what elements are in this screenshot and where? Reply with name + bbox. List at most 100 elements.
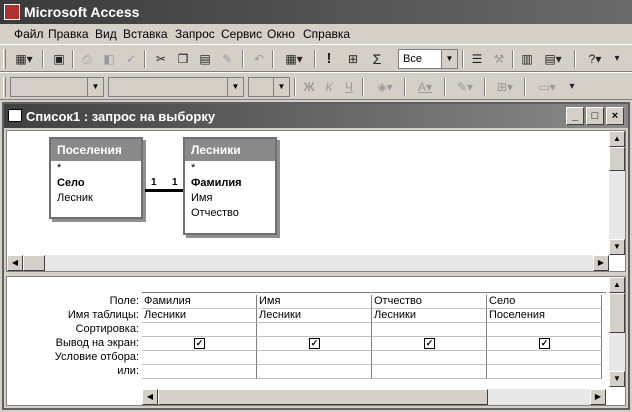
relationship-line[interactable] — [145, 189, 183, 192]
scroll-down-icon[interactable]: ▼ — [609, 371, 625, 387]
menu-query[interactable]: Запрос — [175, 27, 215, 41]
maximize-button[interactable]: □ — [586, 107, 604, 125]
grid-cell-field[interactable]: Фамилия — [142, 295, 257, 309]
field-item[interactable]: * — [51, 161, 141, 176]
menu-file[interactable]: Файл — [14, 27, 44, 41]
table-box-poseleniya[interactable]: Поселения * Село Лесник — [49, 137, 143, 219]
show-table-icon[interactable]: ⊞ — [344, 50, 362, 68]
chevron-down-icon[interactable]: ▼ — [227, 78, 243, 96]
totals-icon[interactable]: Σ — [368, 50, 386, 68]
menu-help[interactable]: Справка — [303, 27, 350, 41]
scroll-left-icon[interactable]: ◀ — [142, 389, 158, 405]
help-icon[interactable]: ?▾ — [582, 50, 608, 68]
grid-cell-criteria[interactable] — [372, 351, 487, 365]
grid-cell-show[interactable]: ✓ — [142, 337, 257, 351]
field-item[interactable]: Фамилия — [185, 176, 275, 191]
table-box-lesniki[interactable]: Лесники * Фамилия Имя Отчество — [183, 137, 277, 235]
menu-view[interactable]: Вид — [95, 27, 117, 41]
grid-cell-field[interactable]: Отчество — [372, 295, 487, 309]
scroll-thumb[interactable] — [158, 389, 488, 405]
show-checkbox[interactable]: ✓ — [194, 338, 205, 349]
grid-cell-field[interactable]: Имя — [257, 295, 372, 309]
column-selectors[interactable] — [142, 281, 606, 293]
grid-cell-field[interactable]: Село — [487, 295, 602, 309]
grid-cell-or[interactable] — [372, 365, 487, 379]
grid-cell-show[interactable]: ✓ — [487, 337, 602, 351]
menu-window[interactable]: Окно — [267, 27, 295, 41]
scroll-thumb[interactable] — [23, 255, 45, 271]
line-width-icon[interactable]: ▭▾ — [530, 78, 564, 96]
grid-cell-show[interactable]: ✓ — [257, 337, 372, 351]
menu-insert[interactable]: Вставка — [123, 27, 168, 41]
scroll-up-icon[interactable]: ▲ — [609, 131, 625, 147]
print-icon[interactable]: ⎙ — [78, 50, 96, 68]
grid-cell-or[interactable] — [487, 365, 602, 379]
menu-tools[interactable]: Сервис — [221, 27, 262, 41]
scroll-thumb[interactable] — [609, 147, 625, 171]
grid-cell-or[interactable] — [257, 365, 372, 379]
grid-cell-criteria[interactable] — [487, 351, 602, 365]
format-painter-icon[interactable]: ✎ — [218, 50, 236, 68]
font-color-icon[interactable]: A▾ — [410, 78, 440, 96]
undo-icon[interactable]: ↶ — [250, 50, 268, 68]
field-item[interactable]: Отчество — [185, 206, 275, 221]
bold-icon[interactable]: Ж — [300, 78, 318, 96]
save-icon[interactable]: ▣ — [50, 50, 68, 68]
grid-cell-table[interactable]: Лесники — [257, 309, 372, 323]
show-checkbox[interactable]: ✓ — [309, 338, 320, 349]
line-color-icon[interactable]: ✎▾ — [450, 78, 480, 96]
grid-horizontal-scrollbar[interactable]: ◀ ▶ — [142, 389, 606, 405]
vertical-scrollbar[interactable]: ▲ ▼ — [609, 131, 625, 255]
toolbar-options-icon[interactable]: ▾ — [566, 78, 578, 96]
view-button[interactable]: ▦▾ — [10, 50, 38, 68]
chevron-down-icon[interactable]: ▼ — [273, 78, 289, 96]
grid-cell-criteria[interactable] — [257, 351, 372, 365]
copy-icon[interactable]: ❐ — [174, 50, 192, 68]
new-object-icon[interactable]: ▤▾ — [540, 50, 566, 68]
minimize-button[interactable]: _ — [566, 107, 584, 125]
query-window-title-bar[interactable]: Список1 : запрос на выборку _ □ × — [4, 104, 628, 128]
grid-cell-table[interactable]: Поселения — [487, 309, 602, 323]
field-item[interactable]: Село — [51, 176, 141, 191]
grid-cell-sort[interactable] — [372, 323, 487, 337]
scroll-up-icon[interactable]: ▲ — [609, 277, 625, 293]
chevron-down-icon[interactable]: ▼ — [441, 50, 457, 68]
close-button[interactable]: × — [606, 107, 624, 125]
scroll-right-icon[interactable]: ▶ — [590, 389, 606, 405]
grid-cell-table[interactable]: Лесники — [372, 309, 487, 323]
borders-icon[interactable]: ⊞▾ — [490, 78, 520, 96]
horizontal-scrollbar[interactable]: ◀ ▶ — [7, 255, 609, 271]
top-values-combo[interactable]: Все ▼ — [398, 49, 458, 69]
toolbar-options-icon[interactable]: ▾ — [610, 50, 624, 68]
italic-icon[interactable]: К — [320, 78, 338, 96]
chevron-down-icon[interactable]: ▼ — [87, 78, 103, 96]
scroll-thumb[interactable] — [609, 293, 625, 333]
grid-cell-or[interactable] — [142, 365, 257, 379]
show-checkbox[interactable]: ✓ — [424, 338, 435, 349]
toolbar-grip[interactable] — [3, 77, 6, 97]
grid-cell-sort[interactable] — [142, 323, 257, 337]
table-name[interactable]: Поселения — [51, 139, 141, 161]
toolbar-grip[interactable] — [3, 49, 6, 69]
grid-cell-show[interactable]: ✓ — [372, 337, 487, 351]
scroll-right-icon[interactable]: ▶ — [593, 255, 609, 271]
database-window-icon[interactable]: ▥ — [518, 50, 536, 68]
spelling-icon[interactable]: ✓ — [122, 50, 140, 68]
cut-icon[interactable]: ✂ — [152, 50, 170, 68]
object-combo[interactable]: ▼ — [10, 77, 104, 97]
run-icon[interactable]: ! — [320, 50, 338, 68]
field-item[interactable]: Лесник — [51, 191, 141, 206]
grid-cell-sort[interactable] — [487, 323, 602, 337]
field-item[interactable]: * — [185, 161, 275, 176]
paste-icon[interactable]: ▤ — [196, 50, 214, 68]
fill-color-icon[interactable]: ◈▾ — [370, 78, 400, 96]
underline-icon[interactable]: Ч — [340, 78, 358, 96]
print-preview-icon[interactable]: ◧ — [100, 50, 118, 68]
scroll-down-icon[interactable]: ▼ — [609, 239, 625, 255]
grid-cell-sort[interactable] — [257, 323, 372, 337]
font-name-combo[interactable]: ▼ — [108, 77, 244, 97]
table-name[interactable]: Лесники — [185, 139, 275, 161]
menu-edit[interactable]: Правка — [48, 27, 89, 41]
field-item[interactable]: Имя — [185, 191, 275, 206]
show-checkbox[interactable]: ✓ — [539, 338, 550, 349]
